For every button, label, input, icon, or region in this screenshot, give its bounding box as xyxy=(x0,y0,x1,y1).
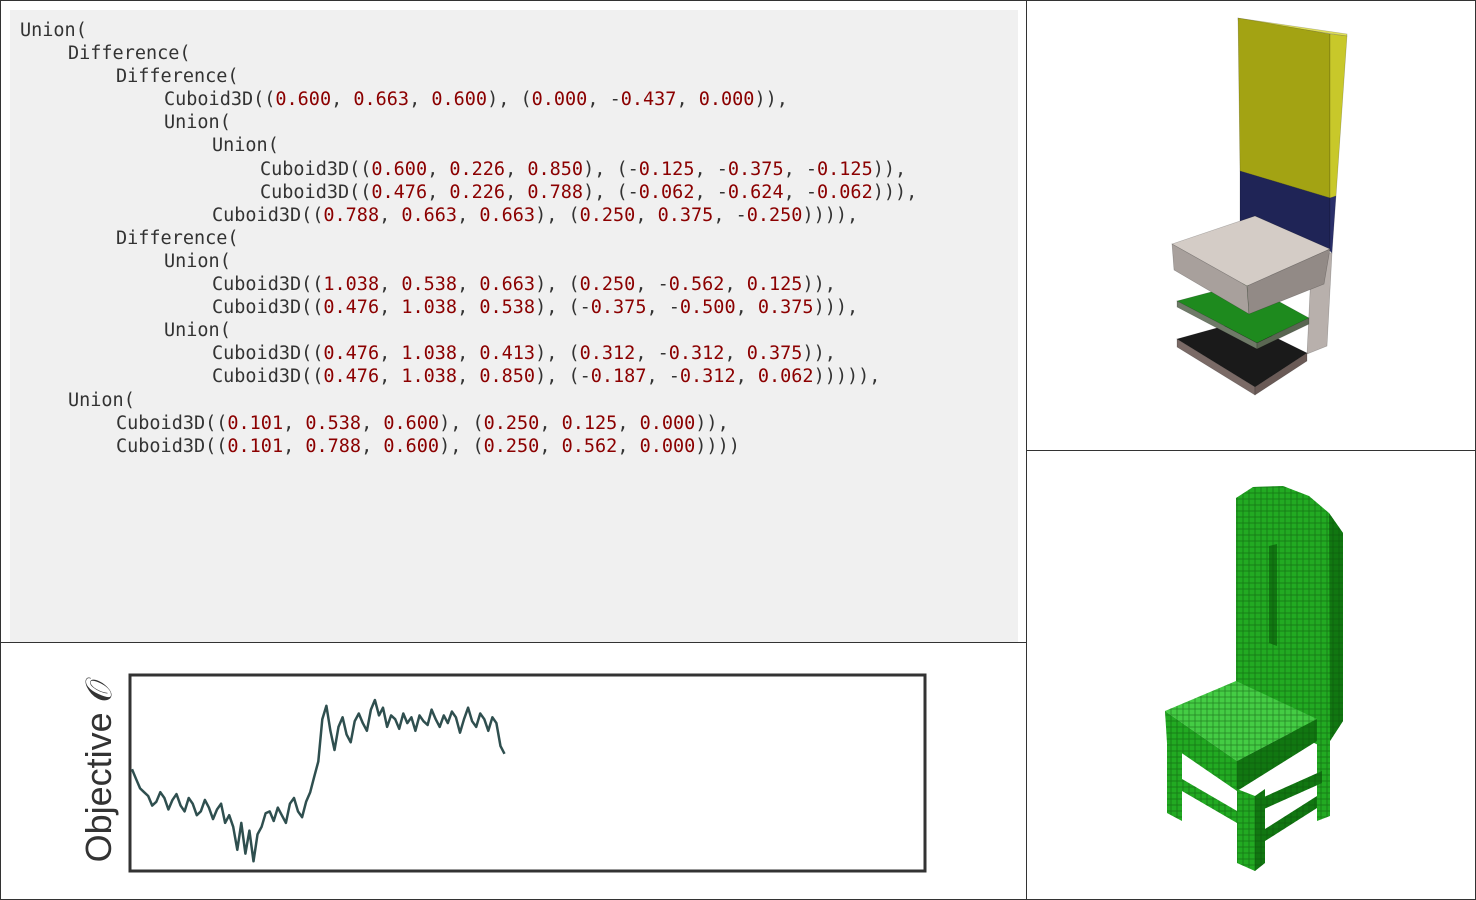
code-line: Union( xyxy=(164,250,231,272)
code-line: Union( xyxy=(20,20,87,41)
primitive-render-panel xyxy=(1026,0,1476,451)
code-line: Cuboid3D((0.101, 0.538, 0.600), (0.250, … xyxy=(116,412,729,434)
code-line: Union( xyxy=(68,389,135,411)
code-line: Difference( xyxy=(116,66,239,88)
code-line: Cuboid3D((0.600, 0.226, 0.850), (-0.125,… xyxy=(260,158,907,180)
objective-chart: Objective 𝒪 xyxy=(78,673,927,873)
cuboid-chair-render xyxy=(1171,17,1348,396)
code-line: Cuboid3D((0.476, 1.038, 0.850), (-0.187,… xyxy=(212,366,881,388)
code-line: Cuboid3D((0.600, 0.663, 0.600), (0.000, … xyxy=(164,89,788,111)
objective-axis-label: Objective 𝒪 xyxy=(78,677,119,862)
code-line: Union( xyxy=(164,112,231,134)
plot-area-frame xyxy=(128,673,927,873)
objective-plot-panel: Objective 𝒪 xyxy=(0,642,1027,900)
objective-series-line xyxy=(130,698,506,863)
voxel-grid-front-right-leg xyxy=(1237,789,1255,871)
code-line: Cuboid3D((1.038, 0.538, 0.663), (0.250, … xyxy=(212,274,836,296)
voxel-render-panel xyxy=(1026,450,1476,900)
backrest-front-face xyxy=(1237,17,1331,199)
voxel-grid-backrest-slot xyxy=(1269,544,1277,646)
code-line: Union( xyxy=(212,135,279,157)
code-line: Cuboid3D((0.476, 0.226, 0.788), (-0.062,… xyxy=(260,181,918,203)
program-panel: Union(Difference(Difference(Cuboid3D((0.… xyxy=(0,0,1027,643)
voxel-grid-front-stretcher xyxy=(1182,779,1237,823)
program-code: Union(Difference(Difference(Cuboid3D((0.… xyxy=(20,19,917,458)
code-line: Cuboid3D((0.788, 0.663, 0.663), (0.250, … xyxy=(212,204,859,226)
voxel-grid-backrest-side xyxy=(1329,513,1343,741)
backrest-side-face xyxy=(1329,33,1348,199)
code-line: Cuboid3D((0.101, 0.788, 0.600), (0.250, … xyxy=(116,435,740,457)
voxel-chair-render xyxy=(1165,486,1343,871)
code-line: Difference( xyxy=(116,227,239,249)
voxel-grid-front-left-leg xyxy=(1167,743,1182,821)
code-line: Union( xyxy=(164,320,231,342)
code-line: Difference( xyxy=(68,43,191,65)
code-line: Cuboid3D((0.476, 1.038, 0.413), (0.312, … xyxy=(212,343,836,365)
backrest-navy-side xyxy=(1329,195,1337,254)
code-line: Cuboid3D((0.476, 1.038, 0.538), (-0.375,… xyxy=(212,297,859,319)
